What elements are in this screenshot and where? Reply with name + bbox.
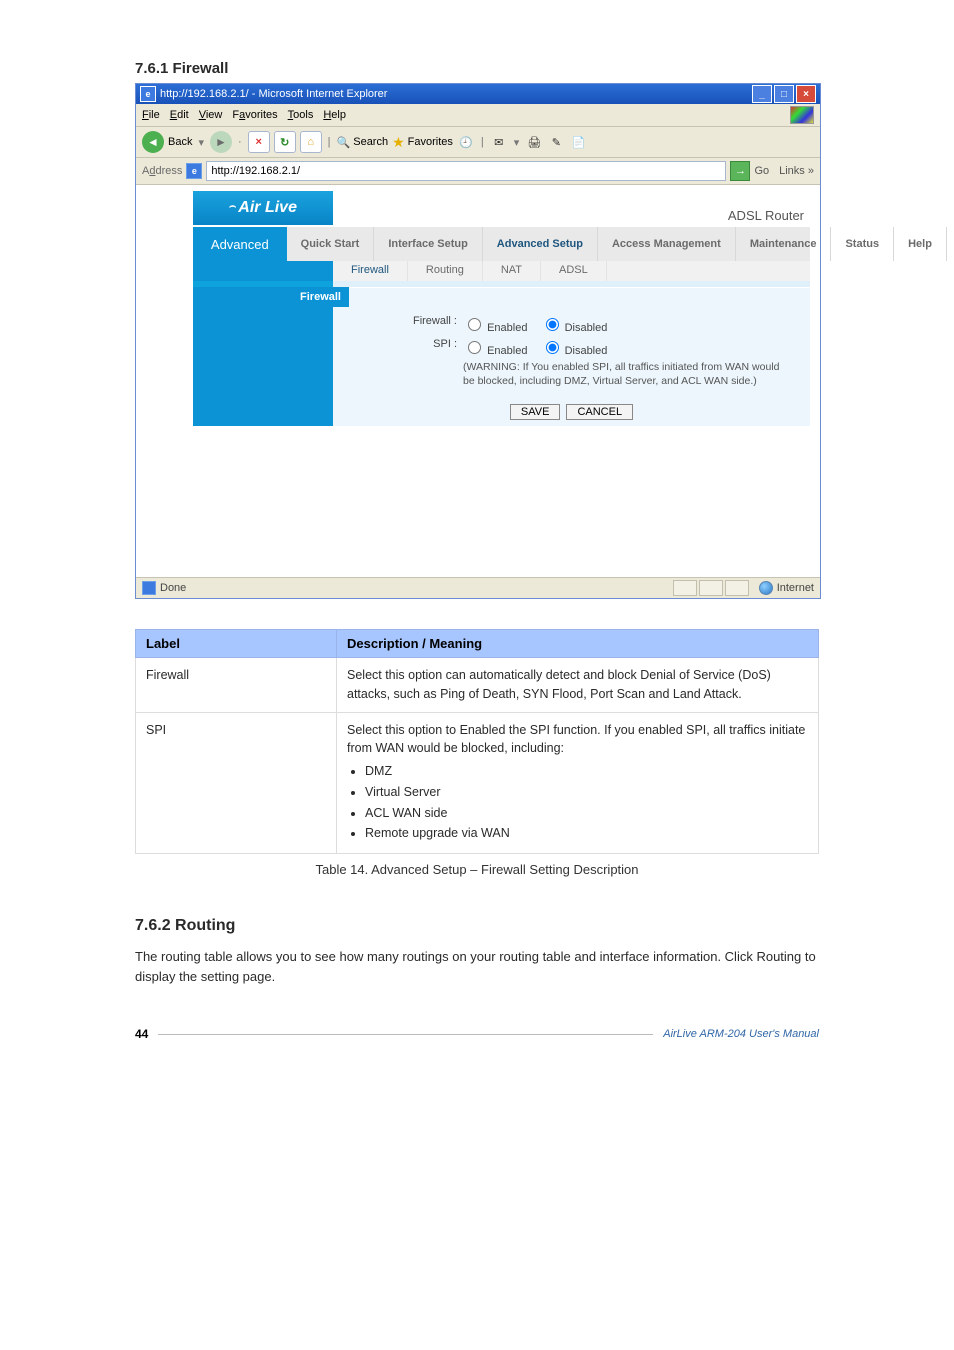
subtab-nat[interactable]: NAT xyxy=(483,261,541,281)
ie-toolbar: ◄ Back ▾ ► · × ↻ ⌂ | 🔍 Search ★Favorites… xyxy=(136,127,820,158)
toolbar-separator: ▾ xyxy=(196,136,206,149)
tab-interface-setup[interactable]: Interface Setup xyxy=(374,227,482,261)
menu-edit[interactable]: Edit xyxy=(170,109,189,121)
list-item: Virtual Server xyxy=(365,783,808,802)
cancel-button[interactable]: CANCEL xyxy=(566,404,633,420)
firewall-disabled-option[interactable]: Disabled xyxy=(541,322,608,334)
footer-product: AirLive ARM-204 User's Manual xyxy=(663,1028,819,1040)
window-title: http://192.168.2.1/ - Microsoft Internet… xyxy=(160,88,752,100)
ie-menubar[interactable]: File Edit View Favorites Tools Help xyxy=(136,104,820,127)
cell-label: Firewall xyxy=(136,658,337,713)
subnav-left-pad xyxy=(193,261,333,281)
sub-tabs: Firewall Routing NAT ADSL xyxy=(333,261,810,281)
stop-icon[interactable]: × xyxy=(248,131,270,153)
links-menu[interactable]: Links » xyxy=(773,165,814,177)
security-zone[interactable]: Internet xyxy=(759,581,814,595)
ie-window: e http://192.168.2.1/ - Microsoft Intern… xyxy=(135,83,821,599)
favorites-button[interactable]: ★Favorites xyxy=(392,134,453,151)
page-footer: 44 AirLive ARM-204 User's Manual xyxy=(135,1027,819,1041)
menu-help[interactable]: Help xyxy=(323,109,346,121)
research-icon[interactable]: 📄 xyxy=(569,133,587,151)
spi-field-label: SPI : xyxy=(343,338,463,350)
print-icon[interactable]: 🖨 xyxy=(525,133,543,151)
cell-text: Select this option to Enabled the SPI fu… xyxy=(337,712,819,854)
windows-flag-icon xyxy=(790,106,814,124)
tab-help[interactable]: Help xyxy=(894,227,947,261)
menu-file[interactable]: File xyxy=(142,109,160,121)
tab-status[interactable]: Status xyxy=(831,227,894,261)
ie-page-icon: e xyxy=(186,163,202,179)
button-left-pad xyxy=(193,398,333,426)
next-section-paragraph: The routing table allows you to see how … xyxy=(135,947,819,987)
go-label[interactable]: Go xyxy=(754,165,769,177)
tab-access-management[interactable]: Access Management xyxy=(598,227,736,261)
ie-page-icon-small xyxy=(142,581,156,595)
go-button[interactable]: → xyxy=(730,161,750,181)
th-meaning: Description / Meaning xyxy=(337,630,819,658)
mail-icon[interactable]: ✉ xyxy=(490,133,508,151)
status-text: Done xyxy=(160,582,186,594)
firewall-enabled-option[interactable]: Enabled xyxy=(463,322,527,334)
subtab-routing[interactable]: Routing xyxy=(408,261,483,281)
status-panes xyxy=(673,580,749,596)
ie-status-bar: Done Internet xyxy=(136,577,820,598)
main-tabs: Quick Start Interface Setup Advanced Set… xyxy=(287,227,810,261)
back-label[interactable]: Back xyxy=(168,136,192,148)
firewall-field-label: Firewall : xyxy=(343,315,463,327)
th-label: Label xyxy=(136,630,337,658)
spi-disabled-option[interactable]: Disabled xyxy=(541,345,608,357)
device-model: ADSL Router xyxy=(333,194,810,227)
back-button[interactable]: ◄ xyxy=(142,131,164,153)
form-left-pad xyxy=(193,307,333,398)
address-label: Address xyxy=(142,165,182,177)
globe-icon xyxy=(759,581,773,595)
tab-advanced-setup[interactable]: Advanced Setup xyxy=(483,227,598,261)
menu-favorites[interactable]: Favorites xyxy=(232,109,277,121)
list-item: Remote upgrade via WAN xyxy=(365,824,808,843)
history-icon[interactable]: 🕘 xyxy=(457,133,475,151)
close-button[interactable]: × xyxy=(796,85,816,103)
brand-logo: ⌢Air Live xyxy=(193,191,333,227)
table-caption: Table 14. Advanced Setup – Firewall Sett… xyxy=(135,862,819,877)
cell-label: SPI xyxy=(136,712,337,854)
menu-tools[interactable]: Tools xyxy=(288,109,314,121)
section-title: Firewall xyxy=(193,287,349,307)
table-row: Firewall Select this option can automati… xyxy=(136,658,819,713)
page-content: ⌢Air Live ADSL Router Advanced Quick Sta… xyxy=(136,185,820,577)
minimize-button[interactable]: _ xyxy=(752,85,772,103)
home-icon[interactable]: ⌂ xyxy=(300,131,322,153)
refresh-icon[interactable]: ↻ xyxy=(274,131,296,153)
firewall-form: Firewall : Enabled Disabled SPI : Enable… xyxy=(333,307,810,398)
edit-icon[interactable]: ✎ xyxy=(547,133,565,151)
subtab-firewall[interactable]: Firewall xyxy=(333,261,408,281)
description-table: Label Description / Meaning Firewall Sel… xyxy=(135,629,819,854)
next-section-heading: 7.6.2 Routing xyxy=(135,917,819,935)
spi-enabled-option[interactable]: Enabled xyxy=(463,345,527,357)
maximize-button[interactable]: □ xyxy=(774,85,794,103)
cell-text: Select this option can automatically det… xyxy=(337,658,819,713)
tab-maintenance[interactable]: Maintenance xyxy=(736,227,832,261)
section-heading: 7.6.1 Firewall xyxy=(135,60,819,77)
forward-button[interactable]: ► xyxy=(210,131,232,153)
ie-address-bar: Address e → Go Links » xyxy=(136,158,820,185)
menu-view[interactable]: View xyxy=(199,109,223,121)
subtab-adsl[interactable]: ADSL xyxy=(541,261,607,281)
list-item: ACL WAN side xyxy=(365,804,808,823)
page-number: 44 xyxy=(135,1027,148,1041)
spi-warning: (WARNING: If You enabled SPI, all traffi… xyxy=(463,361,793,388)
save-button[interactable]: SAVE xyxy=(510,404,561,420)
ie-titlebar[interactable]: e http://192.168.2.1/ - Microsoft Intern… xyxy=(136,84,820,104)
list-item: DMZ xyxy=(365,762,808,781)
address-input[interactable] xyxy=(206,161,726,181)
table-row: SPI Select this option to Enabled the SP… xyxy=(136,712,819,854)
search-button[interactable]: 🔍 Search xyxy=(337,136,389,149)
nav-left-label: Advanced xyxy=(193,227,287,261)
tab-quick-start[interactable]: Quick Start xyxy=(287,227,375,261)
ie-app-icon: e xyxy=(140,86,156,102)
